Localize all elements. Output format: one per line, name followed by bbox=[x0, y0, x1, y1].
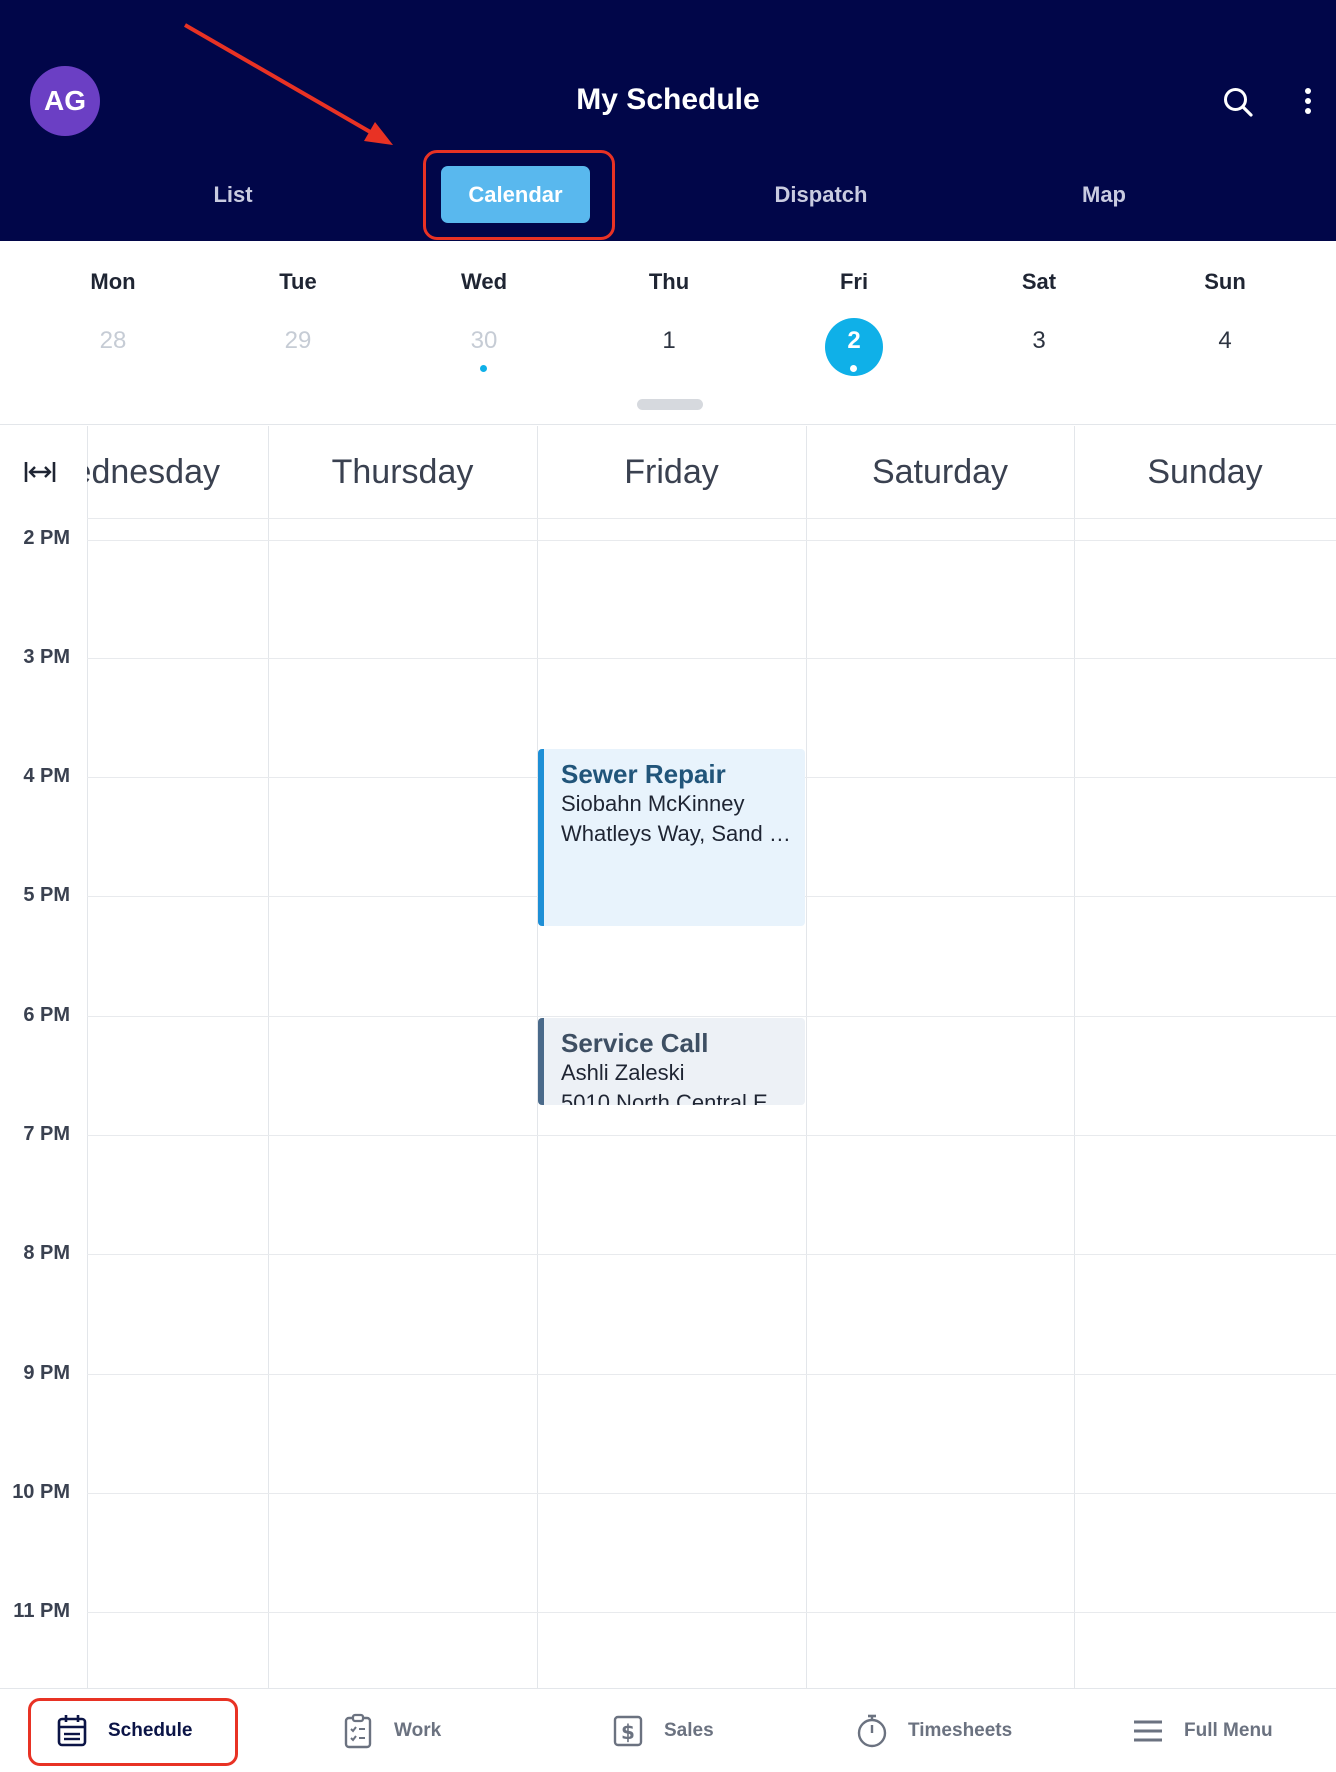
hour-line bbox=[87, 1612, 1336, 1613]
dollar-icon: $ bbox=[613, 1715, 643, 1747]
time-label: 7 PM bbox=[23, 1123, 70, 1145]
time-label: 5 PM bbox=[23, 884, 70, 906]
week-day-label: Tue bbox=[279, 269, 317, 294]
week-date-today: 2 bbox=[847, 327, 861, 354]
week-day-label: Sun bbox=[1204, 269, 1246, 294]
nav-work[interactable]: Work bbox=[342, 1689, 441, 1772]
nav-label: Work bbox=[394, 1720, 442, 1741]
time-label: 8 PM bbox=[23, 1242, 70, 1264]
time-label: 6 PM bbox=[23, 1004, 70, 1026]
week-date: 4 bbox=[1218, 327, 1232, 354]
column-header-friday: Friday bbox=[624, 452, 719, 491]
time-label: 11 PM bbox=[13, 1600, 70, 1622]
column-header-sunday: Sunday bbox=[1147, 452, 1263, 491]
week-day-label: Sat bbox=[1021, 269, 1057, 294]
event-address: Whatleys Way, Sand P... bbox=[561, 821, 800, 846]
week-date: 3 bbox=[1032, 327, 1046, 354]
tab-dispatch[interactable]: Dispatch bbox=[756, 166, 886, 223]
time-label: 9 PM bbox=[23, 1362, 70, 1384]
tab-list[interactable]: List bbox=[173, 166, 293, 223]
app-header: AG My Schedule List Calendar Dispatch Ma… bbox=[0, 0, 1336, 241]
time-label: 2 PM bbox=[23, 527, 70, 549]
time-label: 10 PM bbox=[12, 1481, 70, 1503]
tab-calendar[interactable]: Calendar bbox=[441, 166, 590, 223]
event-indicator-dot bbox=[850, 365, 857, 372]
page-title: My Schedule bbox=[576, 83, 760, 116]
event-indicator-dot bbox=[480, 365, 487, 372]
time-label: 4 PM bbox=[23, 765, 70, 787]
week-date: 1 bbox=[662, 327, 676, 354]
grid-divider bbox=[1074, 426, 1075, 1688]
week-day-label: Wed bbox=[460, 269, 508, 294]
hour-line bbox=[87, 1493, 1336, 1494]
column-header-thursday: Thursday bbox=[331, 452, 474, 491]
grid-divider bbox=[268, 426, 269, 1688]
hour-line bbox=[87, 658, 1336, 659]
week-strip: Mon 28 Tue 29 Wed 30 Thu 1 Fri 2 Sat 3 S… bbox=[0, 241, 1336, 425]
bottom-navigation: Schedule Work $ Sales Timesheets Full Me… bbox=[0, 1688, 1336, 1772]
event-title: Service Call bbox=[561, 1028, 709, 1058]
search-icon[interactable] bbox=[1222, 86, 1254, 118]
week-date: 28 bbox=[99, 327, 127, 354]
grid-divider bbox=[87, 518, 1336, 519]
event-title: Sewer Repair bbox=[561, 759, 726, 789]
nav-label: Full Menu bbox=[1184, 1720, 1273, 1741]
svg-text:$: $ bbox=[621, 1720, 635, 1744]
hour-line bbox=[87, 1254, 1336, 1255]
event-card-service-call[interactable]: Service Call Ashli Zaleski 5010 North Ce… bbox=[538, 1018, 805, 1105]
week-date: 30 bbox=[470, 327, 498, 354]
more-vertical-icon[interactable] bbox=[1296, 86, 1320, 118]
column-header-saturday: Saturday bbox=[871, 452, 1009, 491]
nav-label: Sales bbox=[664, 1720, 714, 1741]
drag-handle[interactable] bbox=[637, 399, 703, 410]
grid-divider bbox=[806, 426, 807, 1688]
nav-sales[interactable]: $ Sales bbox=[612, 1689, 714, 1772]
nav-schedule[interactable]: Schedule bbox=[56, 1689, 192, 1772]
column-header-wednesday: ednesday bbox=[87, 452, 220, 491]
grid-divider bbox=[87, 540, 1336, 541]
week-day-label: Mon bbox=[90, 269, 136, 294]
week-day-label: Thu bbox=[648, 269, 690, 294]
expand-width-icon[interactable] bbox=[24, 460, 56, 484]
grid-divider bbox=[87, 426, 88, 1688]
hour-line bbox=[87, 1016, 1336, 1017]
week-date: 29 bbox=[284, 327, 312, 354]
event-customer: Ashli Zaleski bbox=[561, 1060, 685, 1085]
menu-icon bbox=[1134, 1720, 1162, 1742]
calendar-grid[interactable]: ednesday Thursday Friday Saturday Sunday… bbox=[0, 426, 1336, 1688]
clipboard-icon bbox=[344, 1713, 372, 1749]
hour-line bbox=[87, 1374, 1336, 1375]
nav-timesheets[interactable]: Timesheets bbox=[856, 1689, 1012, 1772]
calendar-icon bbox=[57, 1715, 87, 1747]
nav-label: Timesheets bbox=[908, 1720, 1013, 1741]
event-address: 5010 North Central Ex... bbox=[561, 1090, 798, 1105]
week-day-label: Fri bbox=[839, 269, 869, 294]
hour-line bbox=[87, 1135, 1336, 1136]
time-label: 3 PM bbox=[23, 646, 70, 668]
nav-full-menu[interactable]: Full Menu bbox=[1132, 1689, 1273, 1772]
tab-map[interactable]: Map bbox=[1064, 166, 1144, 223]
event-card-sewer-repair[interactable]: Sewer Repair Siobahn McKinney Whatleys W… bbox=[538, 749, 805, 926]
stopwatch-icon bbox=[857, 1714, 887, 1748]
event-customer: Siobahn McKinney bbox=[561, 791, 745, 816]
nav-label: Schedule bbox=[108, 1720, 193, 1741]
